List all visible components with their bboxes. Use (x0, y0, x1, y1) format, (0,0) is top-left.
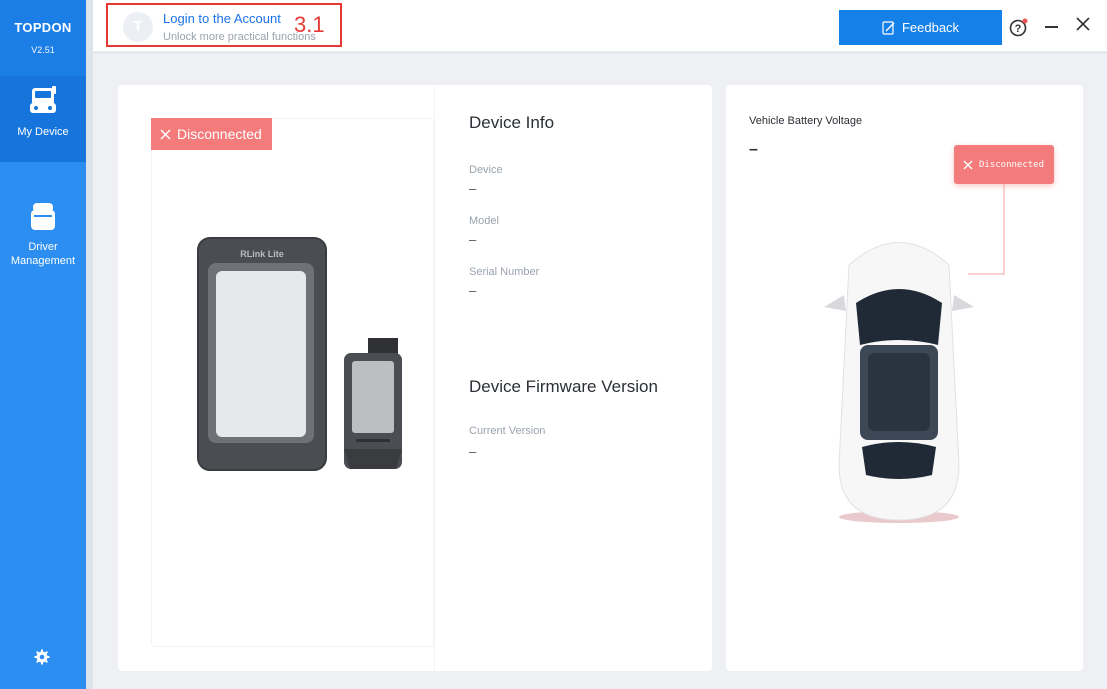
vehicle-card: Vehicle Battery Voltage – Disconnected (726, 85, 1083, 671)
battery-voltage-value: – (749, 141, 758, 158)
sidebar-item-label: Driver Management (10, 241, 76, 267)
edit-icon (882, 20, 895, 35)
vehicle-status-badge: Disconnected (954, 145, 1054, 184)
feedback-label: Feedback (901, 20, 960, 35)
brand-block: TOPDON V2.51 (0, 0, 86, 76)
device-status-text: Disconnected (177, 126, 262, 142)
feedback-button[interactable]: Feedback (839, 10, 1002, 45)
panel-divider (434, 85, 435, 671)
model-field-value: – (469, 232, 477, 247)
close-icon (160, 128, 171, 140)
car-top-view-illustration (824, 242, 974, 523)
device-product-label: RLink Lite (240, 249, 284, 259)
firmware-label: Current Version (469, 425, 546, 437)
annotation-number: 3.1 (294, 12, 325, 37)
device-illustration: RLink Lite (197, 237, 402, 471)
top-bar: T Login to the Account Unlock more pract… (93, 0, 1107, 54)
model-field-label: Model (469, 215, 499, 227)
sidebar-item-my-device[interactable]: My Device (0, 76, 86, 162)
sidebar-item-driver-management[interactable]: Driver Management (0, 202, 86, 268)
serial-number-label: Serial Number (469, 266, 540, 278)
app-logo: TOPDON (14, 20, 72, 35)
device-field-label: Device (469, 164, 503, 176)
sidebar-item-label: My Device (17, 126, 69, 138)
device-field-value: – (469, 181, 477, 196)
driver-icon (31, 203, 55, 230)
battery-voltage-title: Vehicle Battery Voltage (749, 115, 863, 127)
sidebar-divider (86, 0, 93, 689)
vehicle-status-text: Disconnected (979, 159, 1045, 170)
svg-text:?: ? (1015, 23, 1022, 35)
serial-number-value: – (469, 283, 477, 298)
app-version: V2.51 (31, 45, 55, 55)
device-status-badge: Disconnected (151, 118, 272, 150)
firmware-value: – (469, 444, 477, 459)
close-icon (963, 160, 973, 169)
sidebar: TOPDON V2.51 My Device Driver Management (0, 0, 86, 689)
gear-icon[interactable] (34, 649, 50, 665)
help-icon[interactable]: ? (1009, 17, 1029, 37)
device-card: Disconnected RLink Lite Device Info Devi… (118, 85, 712, 671)
firmware-title: Device Firmware Version (469, 377, 658, 396)
minimize-icon[interactable] (1045, 26, 1058, 28)
device-info-title: Device Info (469, 113, 555, 132)
close-icon[interactable] (1076, 17, 1090, 31)
device-icon (30, 86, 56, 113)
